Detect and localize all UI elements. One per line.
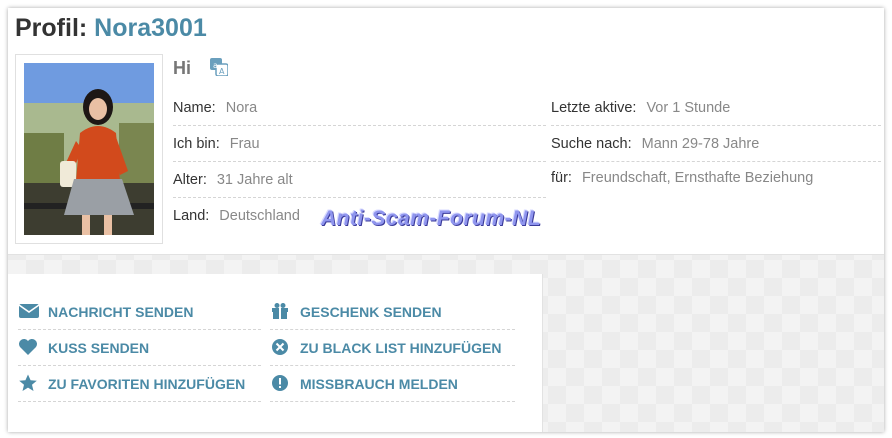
action-label: ZU BLACK LIST HINZUFÜGEN xyxy=(300,340,502,356)
translate-icon[interactable]: a A xyxy=(210,58,228,76)
action-label: MISSBRAUCH MELDEN xyxy=(300,376,458,392)
detail-value: Mann 29-78 Jahre xyxy=(641,136,760,152)
detail-label: Suche nach: xyxy=(551,136,632,152)
detail-label: für: xyxy=(551,170,572,186)
detail-value: Frau xyxy=(229,136,260,152)
detail-looking-for: Suche nach: Mann 29-78 Jahre xyxy=(551,126,881,162)
detail-value: 31 Jahre alt xyxy=(216,172,293,188)
send-gift-button[interactable]: GESCHENK SENDEN xyxy=(270,294,515,330)
detail-purpose: für: Freundschaft, Ernsthafte Beziehung xyxy=(551,160,881,195)
profile-photo-frame[interactable] xyxy=(15,54,163,244)
send-kiss-button[interactable]: KUSS SENDEN xyxy=(18,330,261,366)
title-prefix: Profil: xyxy=(15,14,88,42)
watermark-text: Anti-Scam-Forum-NL xyxy=(321,207,542,230)
envelope-icon xyxy=(18,304,40,318)
detail-label: Alter: xyxy=(173,172,207,188)
action-label: KUSS SENDEN xyxy=(48,340,150,356)
heart-icon xyxy=(19,339,37,355)
detail-country: Land: Deutschland xyxy=(173,198,313,233)
block-icon xyxy=(272,339,288,355)
detail-value: Freundschaft, Ernsthafte Beziehung xyxy=(581,170,814,186)
detail-value: Deutschland xyxy=(219,208,300,224)
action-label: GESCHENK SENDEN xyxy=(300,304,442,320)
svg-text:A: A xyxy=(219,67,225,76)
svg-text:a: a xyxy=(213,61,218,70)
page-title: Profil: Nora3001 xyxy=(15,14,207,43)
detail-label: Letzte aktive: xyxy=(551,100,637,116)
profile-actions-card: NACHRICHT SENDEN GESCHENK SENDEN KUSS SE… xyxy=(8,274,543,432)
action-label: NACHRICHT SENDEN xyxy=(48,304,194,320)
detail-name: Name: Nora xyxy=(173,90,546,126)
detail-last-active: Letzte aktive: Vor 1 Stunde xyxy=(551,90,881,126)
detail-label: Name: xyxy=(173,100,216,116)
report-abuse-button[interactable]: MISSBRAUCH MELDEN xyxy=(270,366,515,402)
profile-username: Nora3001 xyxy=(94,14,207,42)
detail-value: Nora xyxy=(225,100,258,116)
profile-frame: Profil: Nora3001 Hi a A Name: Nora Ich b… xyxy=(8,8,884,432)
star-icon xyxy=(19,374,37,391)
alert-icon xyxy=(272,375,288,391)
detail-value: Vor 1 Stunde xyxy=(646,100,731,116)
profile-photo[interactable] xyxy=(24,63,154,235)
action-label: ZU FAVORITEN HINZUFÜGEN xyxy=(48,376,246,392)
detail-age: Alter: 31 Jahre alt xyxy=(173,162,546,198)
add-to-favorites-button[interactable]: ZU FAVORITEN HINZUFÜGEN xyxy=(18,366,261,402)
add-to-blacklist-button[interactable]: ZU BLACK LIST HINZUFÜGEN xyxy=(270,330,515,366)
profile-greeting: Hi xyxy=(173,58,191,78)
detail-label: Land: xyxy=(173,208,210,224)
gift-icon xyxy=(272,303,288,319)
send-message-button[interactable]: NACHRICHT SENDEN xyxy=(18,294,261,330)
detail-gender: Ich bin: Frau xyxy=(173,126,546,162)
detail-label: Ich bin: xyxy=(173,136,220,152)
profile-header-card: Profil: Nora3001 Hi a A Name: Nora Ich b… xyxy=(8,8,884,255)
